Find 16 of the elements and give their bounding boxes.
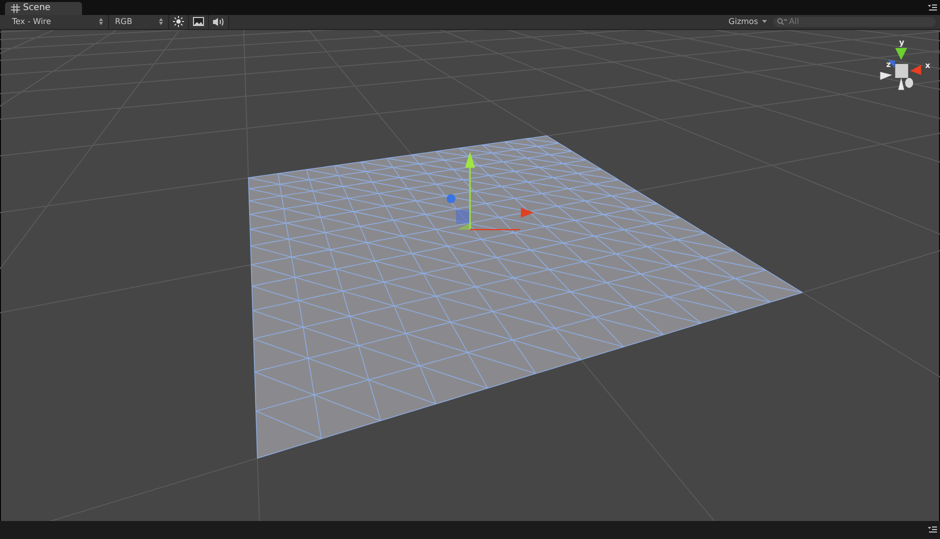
gizmos-dropdown[interactable]: Gizmos xyxy=(722,14,773,29)
updown-icon xyxy=(99,18,103,26)
axis-label: y xyxy=(899,38,904,47)
scene-tab[interactable]: Scene xyxy=(5,2,82,15)
axis-label: z xyxy=(886,60,891,69)
updown-icon xyxy=(159,18,163,26)
search-field[interactable]: All xyxy=(773,16,936,27)
orientation-gizmo-drawing xyxy=(880,48,922,90)
speaker-icon xyxy=(212,16,224,27)
caret-icon xyxy=(762,20,767,24)
panel-menu-icon[interactable] xyxy=(928,4,937,11)
grid-icon xyxy=(11,4,20,13)
panel-menu-icon[interactable] xyxy=(928,526,937,533)
sun-icon xyxy=(173,16,184,28)
image-icon xyxy=(193,17,204,26)
axis-label: x xyxy=(925,60,930,70)
